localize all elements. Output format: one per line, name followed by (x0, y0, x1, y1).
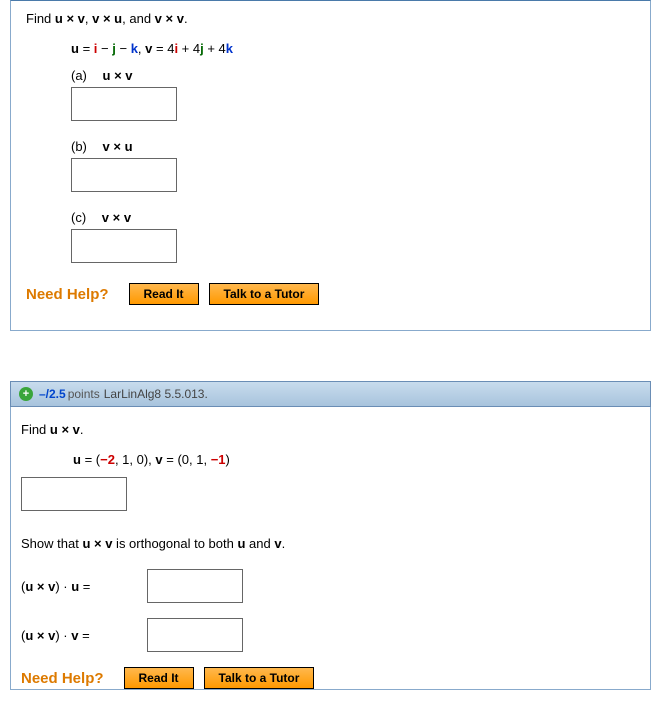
text: (b) (71, 139, 87, 154)
q1-help-row: Need Help? Read It Talk to a Tutor (26, 283, 635, 305)
text: Show that (21, 536, 82, 551)
text: Find (21, 422, 50, 437)
q1a-input[interactable] (71, 87, 177, 121)
q2-header: + –/2.5 points LarLinAlg8 5.5.013. (10, 381, 651, 407)
text: v (274, 536, 281, 551)
text: −2 (100, 452, 115, 467)
text: = 4 (152, 41, 174, 56)
text: u × v (25, 628, 55, 643)
text: ) · (55, 628, 71, 643)
dot-u-expr: (u × v) · u = (21, 579, 141, 594)
text: = (79, 41, 94, 56)
text: ) (226, 452, 230, 467)
text: (a) (71, 68, 87, 83)
text: k (131, 41, 138, 56)
text: . (282, 536, 286, 551)
text: u × v (25, 579, 55, 594)
text: is orthogonal to both (112, 536, 237, 551)
text: − (97, 41, 112, 56)
q2-dot-u-row: (u × v) · u = (21, 569, 640, 603)
text: , 1, 0), (115, 452, 155, 467)
question-2-box: Find u × v. u = (−2, 1, 0), v = (0, 1, −… (10, 407, 651, 690)
points-text: points (68, 387, 100, 401)
text: v × u (92, 11, 122, 26)
q1a-label: (a) u × v (71, 68, 635, 83)
text: u (71, 579, 79, 594)
talk-to-tutor-button[interactable]: Talk to a Tutor (204, 667, 315, 689)
text: . (184, 11, 188, 26)
text: u (71, 41, 79, 56)
text: × (110, 139, 125, 154)
text: − (116, 41, 131, 56)
text: = (78, 628, 89, 643)
q2-prompt2: Show that u × v is orthogonal to both u … (21, 536, 640, 551)
text: , and (122, 11, 155, 26)
text: = (79, 579, 90, 594)
need-help-label: Need Help? (21, 670, 104, 687)
text: Find (26, 11, 55, 26)
q1-part-c: (c) v × v (71, 210, 635, 263)
q1-part-b: (b) v × u (71, 139, 635, 192)
expand-icon[interactable]: + (19, 387, 33, 401)
text: v (103, 139, 110, 154)
text: k (226, 41, 233, 56)
q1b-input[interactable] (71, 158, 177, 192)
q2-dot-v-input[interactable] (147, 618, 243, 652)
text: u (125, 139, 133, 154)
points-score: –/2.5 (39, 387, 66, 401)
read-it-button[interactable]: Read It (124, 667, 194, 689)
text: and (245, 536, 274, 551)
q2-uv-input[interactable] (21, 477, 127, 511)
text: ) · (55, 579, 71, 594)
question-reference: LarLinAlg8 5.5.013. (104, 387, 208, 401)
q1b-label: (b) v × u (71, 139, 635, 154)
text: v (124, 210, 131, 225)
text: + 4 (204, 41, 226, 56)
text: = ( (81, 452, 100, 467)
q2-dot-u-input[interactable] (147, 569, 243, 603)
q1-vectors: u = i − j − k, v = 4i + 4j + 4k (71, 41, 635, 56)
q1c-input[interactable] (71, 229, 177, 263)
text: (c) (71, 210, 86, 225)
need-help-label: Need Help? (26, 286, 109, 303)
text: × (110, 68, 125, 83)
q2-vectors: u = (−2, 1, 0), v = (0, 1, −1) (73, 452, 640, 467)
q2-header-wrap: + –/2.5 points LarLinAlg8 5.5.013. (10, 381, 651, 407)
question-1-box: Find u × v, v × u, and v × v. u = i − j … (10, 0, 651, 331)
talk-to-tutor-button[interactable]: Talk to a Tutor (209, 283, 320, 305)
text: v (155, 452, 162, 467)
text: u × v (55, 11, 85, 26)
q2-help-row: Need Help? Read It Talk to a Tutor (21, 667, 640, 689)
q1-prompt: Find u × v, v × u, and v × v. (26, 11, 635, 26)
question-1-content: Find u × v, v × u, and v × v. u = i − j … (11, 1, 650, 330)
text: = (0, 1, (163, 452, 211, 467)
text: u × v (82, 536, 112, 551)
text: u × v (50, 422, 80, 437)
dot-v-expr: (u × v) · v = (21, 628, 141, 643)
text: . (80, 422, 84, 437)
q2-prompt1: Find u × v. (21, 422, 640, 437)
text: −1 (211, 452, 226, 467)
text: + 4 (178, 41, 200, 56)
text: v (102, 210, 109, 225)
read-it-button[interactable]: Read It (129, 283, 199, 305)
text: u (73, 452, 81, 467)
q1c-label: (c) v × v (71, 210, 635, 225)
q2-uv-answer-wrap (21, 477, 640, 511)
q1-part-a: (a) u × v (71, 68, 635, 121)
q2-dot-v-row: (u × v) · v = (21, 618, 640, 652)
text: v × v (155, 11, 184, 26)
text: × (109, 210, 124, 225)
text: v (125, 68, 132, 83)
